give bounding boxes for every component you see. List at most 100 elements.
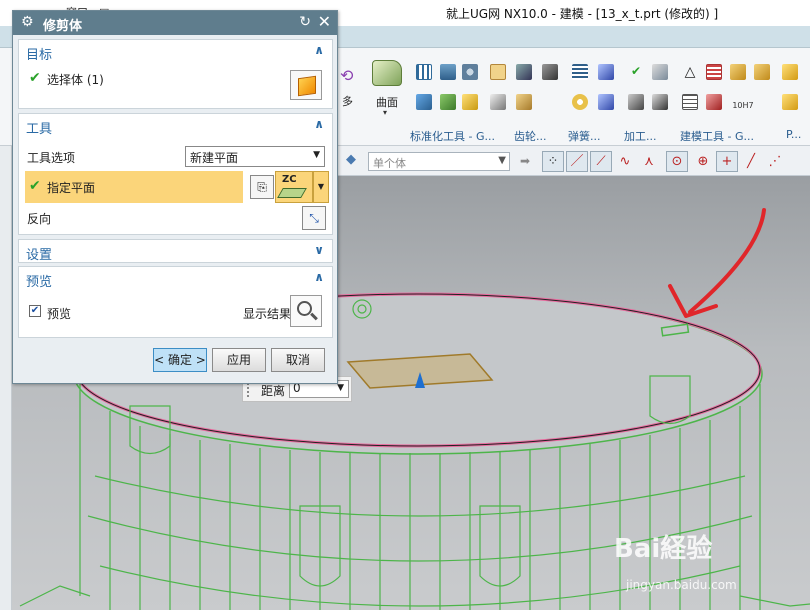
group-label-gear[interactable]: 齿轮... [514, 128, 547, 144]
triangle-icon[interactable]: △ [682, 64, 698, 80]
plane-dialog-button[interactable]: ⎘ [250, 175, 274, 199]
select-body-button[interactable] [290, 70, 322, 100]
check-icon: ✔ [29, 178, 41, 194]
tool-header[interactable]: 工具 ∧ [19, 114, 332, 138]
specify-plane-label: 指定平面 [47, 181, 96, 195]
settings-section: 设置 ∨ [18, 239, 333, 263]
existing-point-icon[interactable]: + [716, 151, 738, 172]
chevron-up-icon[interactable]: ∧ [314, 43, 324, 57]
show-result-button[interactable] [290, 295, 322, 327]
control-point-icon[interactable]: ∿ [614, 151, 636, 172]
drag-grip-icon[interactable] [247, 383, 253, 397]
purple-tool-icon[interactable]: ⟲ [340, 66, 353, 85]
pipe-icon[interactable] [516, 94, 532, 110]
cube-filter-icon[interactable]: ◆ [346, 152, 356, 167]
group-label-standard-tools[interactable]: 标准化工具 - G... [410, 128, 495, 144]
select-body-row[interactable]: ✔ 选择体 (1) [19, 64, 332, 92]
group-label-modeling-tools[interactable]: 建模工具 - G... [680, 128, 754, 144]
mid-point-icon[interactable]: ⟋ [590, 151, 612, 172]
grid-icon[interactable] [416, 64, 432, 80]
surface-icon[interactable] [372, 60, 402, 86]
magnifier-handle [310, 312, 318, 321]
gear-stack-icon[interactable] [462, 64, 478, 80]
group-label-spring[interactable]: 弹簧... [568, 128, 601, 144]
hole-icon[interactable]: 10H7 [732, 94, 754, 110]
zc-label: ZC [282, 174, 297, 185]
chevron-down-icon: ▼ [313, 150, 320, 160]
tool-option-label: 工具选项 [27, 151, 76, 165]
close-icon[interactable]: ✕ [318, 12, 331, 31]
snap-points-icon[interactable]: ⁘ [542, 151, 564, 172]
plane-type-dropdown[interactable]: ▼ [313, 171, 329, 203]
yellow-part-icon[interactable] [462, 94, 478, 110]
group-label-machining[interactable]: 加工... [624, 128, 657, 144]
tools-icon[interactable] [652, 64, 668, 80]
ok-button[interactable]: < 确定 > [153, 348, 207, 372]
stack-icon[interactable] [440, 64, 456, 80]
chevron-down-icon[interactable]: ▼ [337, 383, 344, 393]
gold-icon[interactable] [782, 64, 798, 80]
target-label: 目标 [26, 48, 53, 63]
tool-label: 工具 [26, 122, 53, 137]
preview-checkbox[interactable]: ✔ [29, 305, 41, 317]
chevron-up-icon[interactable]: ∧ [314, 117, 324, 131]
more-label[interactable]: 多 [342, 93, 353, 109]
tool-option-dropdown[interactable]: 新建平面 ▼ [185, 146, 325, 167]
window-title: 就上UG网 NX10.0 - 建模 - [13_x_t.prt (修改的) ] [446, 7, 719, 21]
reset-icon[interactable]: ↻ [299, 14, 311, 30]
end-point-icon[interactable]: ／ [566, 151, 588, 172]
inferred-plane-button[interactable]: ZC [275, 171, 313, 203]
target-section: 目标 ∧ ✔ 选择体 (1) [18, 39, 333, 109]
dialog-header[interactable]: ⚙ 修剪体 ↻ ✕ [13, 11, 337, 35]
doc-icon[interactable] [682, 94, 698, 110]
angle-icon[interactable] [652, 94, 668, 110]
reverse-direction-button[interactable]: ⤡ [302, 206, 326, 230]
point-on-curve-icon[interactable]: ╱ [740, 151, 762, 172]
watermark-logo: Bai経验 [614, 534, 713, 564]
measure-icon[interactable] [706, 94, 722, 110]
note-icon[interactable] [490, 64, 506, 80]
check-icon[interactable]: ✔ [628, 64, 644, 80]
show-result-label: 显示结果 [243, 307, 292, 321]
bearing-icon[interactable] [572, 94, 588, 110]
trim-body-dialog: ⚙ 修剪体 ↻ ✕ 目标 ∧ ✔ 选择体 (1) 工具 ∧ 工具选项 新建平面 … [12, 10, 338, 384]
tool-section: 工具 ∧ 工具选项 新建平面 ▼ ✔ 指定平面 ⎘ ZC ▼ 反向 ⤡ [18, 113, 333, 235]
quadrant-icon[interactable]: ⊕ [692, 151, 714, 172]
shapes-icon[interactable] [754, 64, 770, 80]
spring-icon[interactable] [516, 64, 532, 80]
pins-icon[interactable] [416, 94, 432, 110]
table-icon[interactable] [706, 64, 722, 80]
intersection-icon[interactable]: ⋏ [638, 151, 660, 172]
cutter-icon[interactable] [628, 94, 644, 110]
point-on-face-icon[interactable]: ⋰ [764, 151, 786, 172]
tool-option-value: 新建平面 [190, 151, 239, 165]
arc-center-icon[interactable]: ⊙ [666, 151, 688, 172]
coil-icon[interactable] [542, 64, 558, 80]
chevron-up-icon[interactable]: ∧ [314, 270, 324, 284]
check-icon: ✔ [29, 70, 41, 86]
reverse-label: 反向 [27, 212, 52, 226]
apply-button[interactable]: 应用 [212, 348, 266, 372]
wrench-icon[interactable] [730, 64, 746, 80]
gold-stack-icon[interactable] [782, 94, 798, 110]
chevron-down-icon[interactable]: ▾ [383, 108, 387, 117]
cancel-button[interactable]: 取消 [271, 348, 325, 372]
screw-icon[interactable] [598, 94, 614, 110]
settings-header[interactable]: 设置 ∨ [19, 240, 332, 264]
chevron-down-icon[interactable]: ∨ [314, 243, 324, 257]
preview-header[interactable]: 预览 ∧ [19, 267, 332, 291]
arrow-right-icon[interactable]: ➡ [520, 154, 530, 168]
target-header[interactable]: 目标 ∧ [19, 40, 332, 64]
gear-icon[interactable]: ⚙ [21, 14, 34, 30]
pen-icon[interactable] [598, 64, 614, 80]
group-label-p[interactable]: P... [786, 128, 801, 141]
blocks-icon[interactable] [440, 94, 456, 110]
preview-section: 预览 ∧ ✔ 预览 显示结果 [18, 266, 333, 338]
dialog-title: 修剪体 [43, 19, 83, 34]
shaft-icon[interactable] [490, 94, 506, 110]
specify-plane-row[interactable]: ✔ 指定平面 [25, 171, 243, 203]
type-filter-dropdown[interactable]: 单个体 ▼ [368, 152, 510, 171]
watermark-url: jingyan.baidu.com [626, 578, 737, 592]
dialog-buttons: < 确定 > 应用 取消 [13, 348, 339, 378]
list-icon[interactable] [572, 64, 588, 80]
